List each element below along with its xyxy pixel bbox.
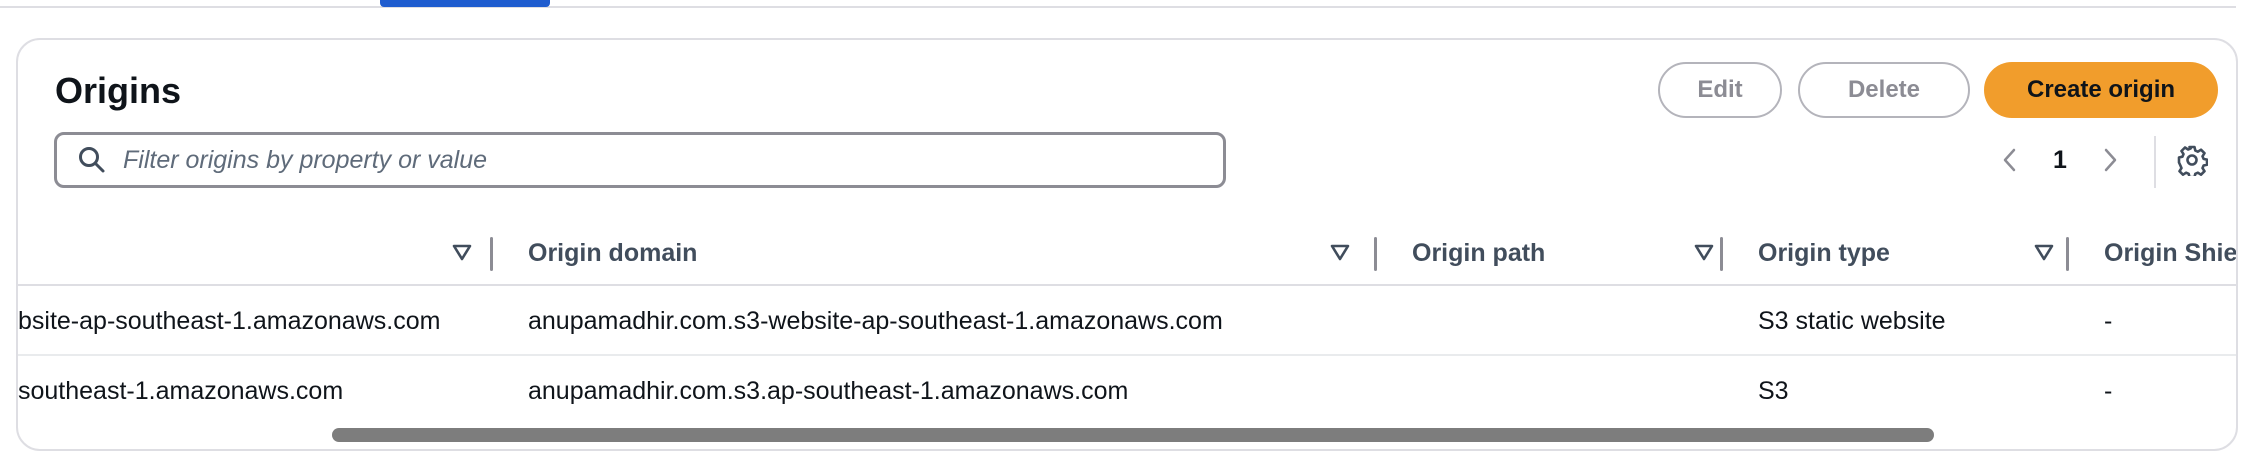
panel-title: Origins	[55, 70, 182, 111]
filter-field[interactable]	[54, 132, 1226, 188]
chevron-left-icon	[2003, 148, 2016, 172]
column-resizer[interactable]	[1720, 237, 1723, 271]
cell-origin-shield: -	[2104, 306, 2113, 335]
create-origin-button[interactable]: Create origin	[1984, 62, 2218, 118]
cell-origin-type: S3	[1758, 376, 1789, 405]
column-header-name[interactable]	[18, 220, 488, 286]
search-icon	[77, 145, 107, 175]
current-page-number[interactable]: 1	[2040, 134, 2080, 186]
table-row[interactable]: bsite-ap-southeast-1.amazonaws.com anupa…	[18, 286, 2236, 356]
column-header-origin-path[interactable]: Origin path	[1412, 220, 1732, 286]
cell-origin-shield: -	[2104, 376, 2113, 405]
horizontal-scrollbar-thumb[interactable]	[332, 428, 1934, 442]
column-resizer[interactable]	[2066, 237, 2069, 271]
origins-panel: Origins Edit Delete Create origin 1	[16, 38, 2238, 451]
delete-button[interactable]: Delete	[1798, 62, 1970, 118]
column-resizer[interactable]	[1374, 237, 1377, 271]
filter-input[interactable]	[123, 145, 1203, 175]
next-page-button[interactable]	[2090, 134, 2130, 186]
table-preferences-button[interactable]	[2166, 134, 2218, 186]
cell-origin-domain: anupamadhir.com.s3.ap-southeast-1.amazon…	[528, 376, 1129, 405]
active-tab-indicator	[380, 0, 550, 7]
cell-origin-domain: anupamadhir.com.s3-website-ap-southeast-…	[528, 306, 1223, 335]
caret-down-icon[interactable]	[1330, 244, 1350, 262]
origins-table: Origin domain Origin path Origin type Or…	[18, 220, 2236, 426]
gear-icon	[2177, 145, 2208, 176]
previous-page-button[interactable]	[1990, 134, 2030, 186]
caret-down-icon[interactable]	[2034, 244, 2054, 262]
page: Origins Edit Delete Create origin 1	[0, 0, 2252, 462]
column-header-origin-shield[interactable]: Origin Shie	[2104, 220, 2236, 286]
caret-down-icon[interactable]	[1694, 244, 1714, 262]
edit-button[interactable]: Edit	[1658, 62, 1782, 118]
cell-origin-name: southeast-1.amazonaws.com	[18, 376, 344, 405]
caret-down-icon[interactable]	[452, 244, 472, 262]
cell-origin-type: S3 static website	[1758, 306, 1946, 335]
table-row[interactable]: southeast-1.amazonaws.com anupamadhir.co…	[18, 356, 2236, 426]
column-header-origin-type[interactable]: Origin type	[1758, 220, 2078, 286]
table-header: Origin domain Origin path Origin type Or…	[18, 220, 2236, 286]
chevron-right-icon	[2104, 148, 2117, 172]
tab-strip-divider	[0, 6, 2236, 8]
column-header-origin-domain[interactable]: Origin domain	[528, 220, 1388, 286]
pagination-divider	[2154, 136, 2156, 188]
column-resizer[interactable]	[490, 237, 493, 271]
cell-origin-name: bsite-ap-southeast-1.amazonaws.com	[18, 306, 441, 335]
